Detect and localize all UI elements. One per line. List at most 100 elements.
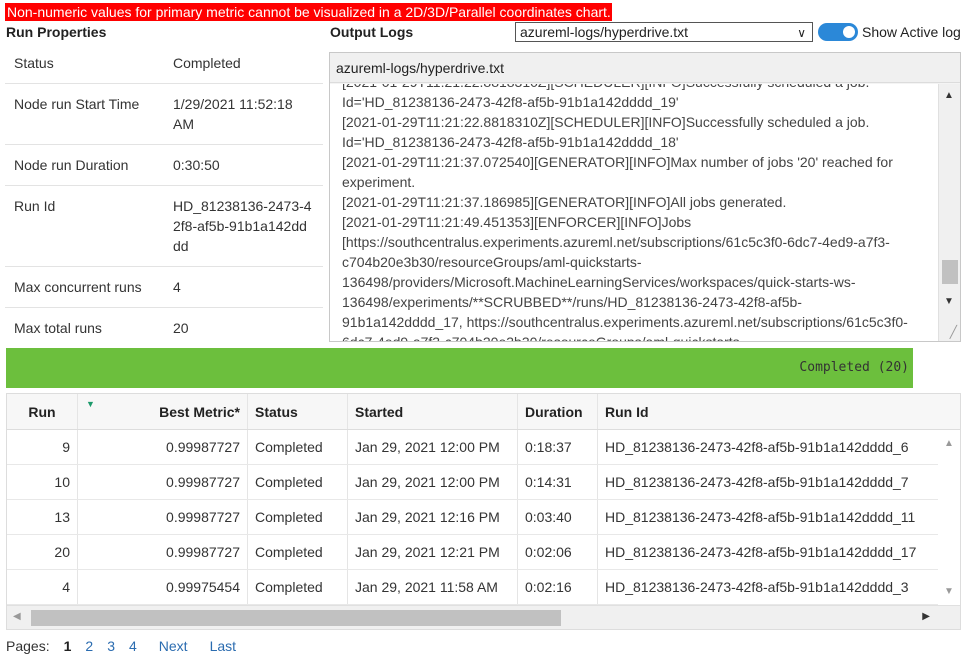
log-line: [https://southcentralus.experiments.azur… [342,234,890,250]
table-row[interactable]: 20 0.99987727 Completed Jan 29, 2021 12:21 … [7,535,960,570]
page-link-4[interactable]: 4 [129,638,137,654]
run-properties-list: Status Completed Node run Start Time 1/2… [5,43,323,348]
prop-key: Run Id [14,198,56,214]
toggle-knob [843,26,855,38]
cell-run: 9 [7,430,78,464]
show-active-log-toggle[interactable] [818,23,858,41]
column-header-best-metric[interactable]: ▼ Best Metric* [78,394,248,429]
prop-value: HD_81238136-2473-42f8-af5b-91b1a142dddd [173,198,312,254]
log-line: Id='HD_81238136-2473-42f8-af5b-91b1a142d… [342,94,679,110]
table-row[interactable]: 9 0.99987727 Completed Jan 29, 2021 12:00 P… [7,430,960,465]
log-text-area[interactable]: [2021-01-29T11:21:22.8818310Z][SCHEDULER… [330,84,938,341]
table-scroll-thumb[interactable] [31,610,561,626]
prop-value: 1/29/2021 11:52:18 AM [173,96,293,132]
table-header: Run ▼ Best Metric* Status Started Durati… [7,394,960,430]
log-line: Id='HD_81238136-2473-42f8-af5b-91b1a142d… [342,134,679,150]
log-line: [2021-01-29T11:21:22.8818310Z][SCHEDULER… [342,84,932,92]
next-page-link[interactable]: Next [159,638,188,654]
prop-key: Max total runs [14,320,102,336]
cell-run: 4 [7,570,78,604]
error-banner: Non-numeric values for primary metric ca… [5,3,612,21]
cell-run-id: HD_81238136-2473-42f8-af5b-91b1a142dddd_… [605,439,909,455]
log-line: [2021-01-29T11:21:49.451353][ENFORCER][I… [342,214,692,230]
cell-status: Completed [248,500,348,534]
prop-value: 4 [173,279,181,295]
show-active-log-label: Show Active log [862,24,961,40]
page-link-3[interactable]: 3 [107,638,115,654]
column-header-status[interactable]: Status [248,394,348,429]
column-header-started[interactable]: Started [348,394,518,429]
arrow-down-icon[interactable]: ▼ [944,586,954,597]
pagination-label: Pages: [6,638,50,654]
arrow-right-icon[interactable]: ▶ [922,611,930,622]
table-row[interactable]: 13 0.99987727 Completed Jan 29, 2021 12:16 … [7,500,960,535]
table-vertical-scrollbar[interactable]: ▲ ▼ [938,430,960,605]
table-row[interactable]: 10 0.99987727 Completed Jan 29, 2021 12:00 … [7,465,960,500]
cell-best-metric: 0.99975454 [78,570,248,604]
prop-value: 20 [173,320,189,336]
cell-status: Completed [248,535,348,569]
cell-status: Completed [248,570,348,604]
arrow-left-icon[interactable]: ◀ [13,611,21,622]
prop-key: Node run Duration [14,157,129,173]
cell-duration: 0:03:40 [518,500,598,534]
cell-status: Completed [248,430,348,464]
prop-row-duration: Node run Duration 0:30:50 [5,145,323,186]
prop-key: Max concurrent runs [14,279,142,295]
column-header-duration[interactable]: Duration [518,394,598,429]
log-panel-title: azureml-logs/hyperdrive.txt [330,53,960,83]
cell-started: Jan 29, 2021 11:58 AM [348,570,518,604]
cell-run-id: HD_81238136-2473-42f8-af5b-91b1a142dddd_… [605,544,917,560]
table-horizontal-scrollbar[interactable]: ◀ ▶ [7,605,960,629]
cell-status: Completed [248,465,348,499]
pagination: Pages: 1 2 3 4 Next Last [6,638,240,654]
runs-table: Run ▼ Best Metric* Status Started Durati… [6,393,961,630]
log-line: 91b1a142dddd_17, https://southcentralus.… [342,314,908,330]
cell-duration: 0:18:37 [518,430,598,464]
cell-best-metric: 0.99987727 [78,465,248,499]
prop-value: 0:30:50 [173,157,220,173]
prop-row-max-total: Max total runs 20 [5,308,323,348]
page-link-2[interactable]: 2 [85,638,93,654]
sort-desc-icon: ▼ [86,399,95,409]
log-line: 6dc7-4ed9-a7f3-c704b20e3b30/resourceGrou… [342,332,932,341]
log-lines: [2021-01-29T11:21:22.8818310Z][SCHEDULER… [342,84,932,341]
resize-grip-icon[interactable]: ╱ [950,325,957,339]
chevron-down-icon: ∨ [797,26,806,40]
cell-started: Jan 29, 2021 12:00 PM [348,465,518,499]
cell-duration: 0:02:06 [518,535,598,569]
progress-label: Completed (20) [799,360,909,375]
log-file-select-value: azureml-logs/hyperdrive.txt [520,24,689,40]
log-scroll-thumb[interactable] [942,260,958,284]
prop-row-start-time: Node run Start Time 1/29/2021 11:52:18 A… [5,84,323,145]
cell-duration: 0:14:31 [518,465,598,499]
table-row[interactable]: 4 0.99975454 Completed Jan 29, 2021 11:58 A… [7,570,960,605]
column-header-run-id[interactable]: Run Id [598,394,934,429]
arrow-up-icon[interactable]: ▲ [944,90,954,101]
output-logs-title: Output Logs [330,24,414,40]
arrow-up-icon[interactable]: ▲ [944,438,954,449]
cell-best-metric: 0.99987727 [78,430,248,464]
column-header-run[interactable]: Run [7,394,78,429]
log-file-select[interactable]: azureml-logs/hyperdrive.txt ∨ [515,22,813,42]
cell-duration: 0:02:16 [518,570,598,604]
cell-run-id: HD_81238136-2473-42f8-af5b-91b1a142dddd_… [605,474,909,490]
last-page-link[interactable]: Last [210,638,236,654]
cell-run-id: HD_81238136-2473-42f8-af5b-91b1a142dddd_… [605,579,909,595]
prop-row-run-id: Run Id HD_81238136-2473-42f8-af5b-91b1a1… [5,186,323,267]
log-line: 136498/providers/Microsoft.MachineLearni… [342,274,856,290]
cell-run-id: HD_81238136-2473-42f8-af5b-91b1a142dddd_… [605,509,916,525]
log-panel: azureml-logs/hyperdrive.txt [2021-01-29T… [329,52,961,342]
progress-bar: Completed (20) [6,348,913,388]
prop-key: Node run Start Time [14,96,140,112]
log-scrollbar[interactable]: ▲ ▼ ╱ [938,84,960,341]
arrow-down-icon[interactable]: ▼ [944,296,954,307]
prop-row-max-concurrent: Max concurrent runs 4 [5,267,323,308]
log-line: experiment. [342,174,416,190]
column-header-label: Best Metric* [159,403,240,420]
page-current: 1 [63,638,72,654]
log-line: [2021-01-29T11:21:37.072540][GENERATOR][… [342,154,893,170]
run-properties-title: Run Properties [6,24,107,40]
cell-best-metric: 0.99987727 [78,500,248,534]
cell-started: Jan 29, 2021 12:16 PM [348,500,518,534]
